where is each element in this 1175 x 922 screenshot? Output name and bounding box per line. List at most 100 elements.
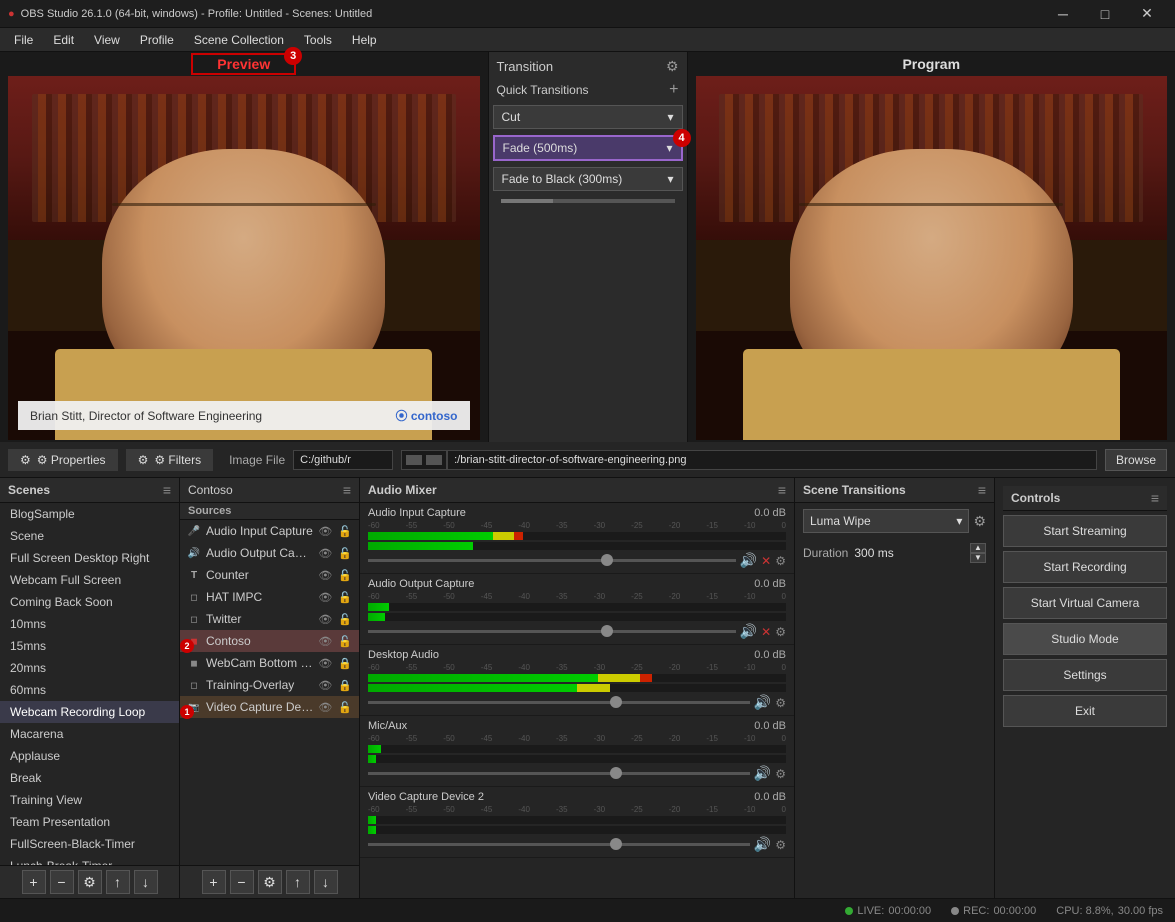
training-overlay-visibility-btn[interactable]: 👁 bbox=[317, 678, 333, 693]
audio-mute-output-x-btn[interactable]: ✕ bbox=[761, 625, 771, 639]
sources-settings-btn[interactable]: ⚙ bbox=[258, 870, 282, 894]
source-audio-output[interactable]: 🔊 Audio Output Capture 👁 🔓 bbox=[180, 542, 359, 564]
source-video-capture[interactable]: 📷 Video Capture Device 👁 🔓 1 bbox=[180, 696, 359, 718]
audio-slider-desktop[interactable] bbox=[368, 701, 750, 704]
scene-item[interactable]: 10mns bbox=[0, 613, 179, 635]
scene-item[interactable]: Applause bbox=[0, 745, 179, 767]
counter-visibility-btn[interactable]: 👁 bbox=[317, 568, 333, 583]
menu-profile[interactable]: Profile bbox=[130, 31, 184, 49]
sources-panel-icon[interactable]: ≡ bbox=[343, 482, 351, 498]
contoso-lock-btn[interactable]: 🔓 bbox=[337, 634, 353, 649]
audio-slider-output[interactable] bbox=[368, 630, 736, 633]
menu-file[interactable]: File bbox=[4, 31, 43, 49]
audio-slider-input[interactable] bbox=[368, 559, 736, 562]
minimize-button[interactable]: ─ bbox=[1043, 0, 1083, 28]
scenes-up-btn[interactable]: ↑ bbox=[106, 870, 130, 894]
audio-mute-vid2-btn[interactable]: 🔊 bbox=[754, 836, 771, 853]
audio-settings-input-btn[interactable]: ⚙ bbox=[775, 554, 786, 568]
scenes-add-btn[interactable]: + bbox=[22, 870, 46, 894]
quick-transitions-add-icon[interactable]: + bbox=[669, 81, 678, 99]
program-video[interactable] bbox=[696, 76, 1168, 440]
image-file-path-long[interactable] bbox=[447, 450, 1097, 470]
sources-add-btn[interactable]: + bbox=[202, 870, 226, 894]
webcam-bottom-visibility-btn[interactable]: 👁 bbox=[317, 656, 333, 671]
webcam-bottom-lock-btn[interactable]: 🔒 bbox=[337, 656, 353, 671]
scenes-remove-btn[interactable]: − bbox=[50, 870, 74, 894]
scene-item[interactable]: FullScreen-Black-Timer bbox=[0, 833, 179, 855]
maximize-button[interactable]: □ bbox=[1085, 0, 1125, 28]
twitter-lock-btn[interactable]: 🔓 bbox=[337, 612, 353, 627]
transition-settings-icon[interactable]: ⚙ bbox=[666, 58, 679, 75]
audio-mixer-panel-icon[interactable]: ≡ bbox=[778, 482, 786, 498]
sources-up-btn[interactable]: ↑ bbox=[286, 870, 310, 894]
audio-settings-mic-btn[interactable]: ⚙ bbox=[775, 767, 786, 781]
audio-output-visibility-btn[interactable]: 👁 bbox=[317, 546, 333, 561]
scene-transitions-select[interactable]: Luma Wipe ▾ bbox=[803, 509, 969, 533]
video-capture-visibility-btn[interactable]: 👁 bbox=[317, 700, 333, 715]
menu-scene-collection[interactable]: Scene Collection bbox=[184, 31, 294, 49]
video-capture-lock-btn[interactable]: 🔓 bbox=[337, 700, 353, 715]
preview-video[interactable]: Brian Stitt, Director of Software Engine… bbox=[8, 76, 480, 440]
properties-tab[interactable]: ⚙ ⚙ Properties bbox=[8, 449, 118, 471]
duration-up-btn[interactable]: ▲ bbox=[970, 543, 986, 553]
menu-edit[interactable]: Edit bbox=[43, 31, 84, 49]
audio-slider-mic[interactable] bbox=[368, 772, 750, 775]
settings-btn[interactable]: Settings bbox=[1003, 659, 1167, 691]
audio-output-lock-btn[interactable]: 🔓 bbox=[337, 546, 353, 561]
audio-settings-vid2-btn[interactable]: ⚙ bbox=[775, 838, 786, 852]
exit-btn[interactable]: Exit bbox=[1003, 695, 1167, 727]
scene-transitions-panel-icon[interactable]: ≡ bbox=[978, 482, 986, 498]
source-contoso[interactable]: ◼ Contoso 👁 🔓 2 bbox=[180, 630, 359, 652]
training-overlay-lock-btn[interactable]: 🔒 bbox=[337, 678, 353, 693]
duration-down-btn[interactable]: ▼ bbox=[970, 553, 986, 563]
scene-item[interactable]: Lunch-Break-Timer bbox=[0, 855, 179, 865]
audio-settings-output-btn[interactable]: ⚙ bbox=[775, 625, 786, 639]
scene-item-coming-back[interactable]: Coming Back Soon bbox=[0, 591, 179, 613]
filters-tab[interactable]: ⚙ ⚙ Filters bbox=[126, 449, 214, 471]
scene-item[interactable]: Training View bbox=[0, 789, 179, 811]
start-virtual-camera-btn[interactable]: Start Virtual Camera bbox=[1003, 587, 1167, 619]
source-audio-input[interactable]: 🎤 Audio Input Capture 👁 🔓 bbox=[180, 520, 359, 542]
studio-mode-btn[interactable]: Studio Mode bbox=[1003, 623, 1167, 655]
scenes-down-btn[interactable]: ↓ bbox=[134, 870, 158, 894]
audio-mute-input-btn[interactable]: 🔊 bbox=[740, 552, 757, 569]
scene-item[interactable]: BlogSample bbox=[0, 503, 179, 525]
scene-item-team-pres[interactable]: Team Presentation bbox=[0, 811, 179, 833]
twitter-visibility-btn[interactable]: 👁 bbox=[317, 612, 333, 627]
scene-item-break[interactable]: Break bbox=[0, 767, 179, 789]
browse-button[interactable]: Browse bbox=[1105, 449, 1167, 471]
fade-black-dropdown[interactable]: Fade to Black (300ms) ▾ bbox=[493, 167, 683, 191]
source-training-overlay[interactable]: ◻ Training-Overlay 👁 🔒 bbox=[180, 674, 359, 696]
transition-slider[interactable] bbox=[501, 199, 675, 203]
menu-view[interactable]: View bbox=[84, 31, 130, 49]
scenes-settings-btn[interactable]: ⚙ bbox=[78, 870, 102, 894]
audio-mute-output-btn[interactable]: 🔊 bbox=[740, 623, 757, 640]
close-button[interactable]: ✕ bbox=[1127, 0, 1167, 28]
duration-spinner[interactable]: ▲ ▼ bbox=[970, 543, 986, 563]
fade-dropdown[interactable]: Fade (500ms) ▾ 4 bbox=[493, 135, 683, 161]
source-webcam-bottom[interactable]: ◼ WebCam Bottom Bar 👁 🔒 bbox=[180, 652, 359, 674]
sources-down-btn[interactable]: ↓ bbox=[314, 870, 338, 894]
source-twitter[interactable]: ◻ Twitter 👁 🔓 bbox=[180, 608, 359, 630]
image-file-path-short[interactable] bbox=[293, 450, 393, 470]
start-recording-btn[interactable]: Start Recording bbox=[1003, 551, 1167, 583]
sources-remove-btn[interactable]: − bbox=[230, 870, 254, 894]
scene-transitions-settings-icon[interactable]: ⚙ bbox=[973, 513, 986, 530]
hat-impc-visibility-btn[interactable]: 👁 bbox=[317, 590, 333, 605]
audio-input-visibility-btn[interactable]: 👁 bbox=[317, 524, 333, 539]
hat-impc-lock-btn[interactable]: 🔓 bbox=[337, 590, 353, 605]
audio-settings-desktop-btn[interactable]: ⚙ bbox=[775, 696, 786, 710]
scene-item[interactable]: 60mns bbox=[0, 679, 179, 701]
scene-item[interactable]: 20mns bbox=[0, 657, 179, 679]
audio-mute-desktop-btn[interactable]: 🔊 bbox=[754, 694, 771, 711]
scene-item[interactable]: Macarena bbox=[0, 723, 179, 745]
menu-tools[interactable]: Tools bbox=[294, 31, 342, 49]
scene-item[interactable]: 15mns bbox=[0, 635, 179, 657]
audio-input-lock-btn[interactable]: 🔓 bbox=[337, 524, 353, 539]
controls-panel-icon[interactable]: ≡ bbox=[1151, 490, 1159, 506]
scene-item[interactable]: Full Screen Desktop Right bbox=[0, 547, 179, 569]
menu-help[interactable]: Help bbox=[342, 31, 387, 49]
contoso-visibility-btn[interactable]: 👁 bbox=[317, 634, 333, 649]
start-streaming-btn[interactable]: Start Streaming bbox=[1003, 515, 1167, 547]
audio-mute-x-btn[interactable]: ✕ bbox=[761, 554, 771, 568]
